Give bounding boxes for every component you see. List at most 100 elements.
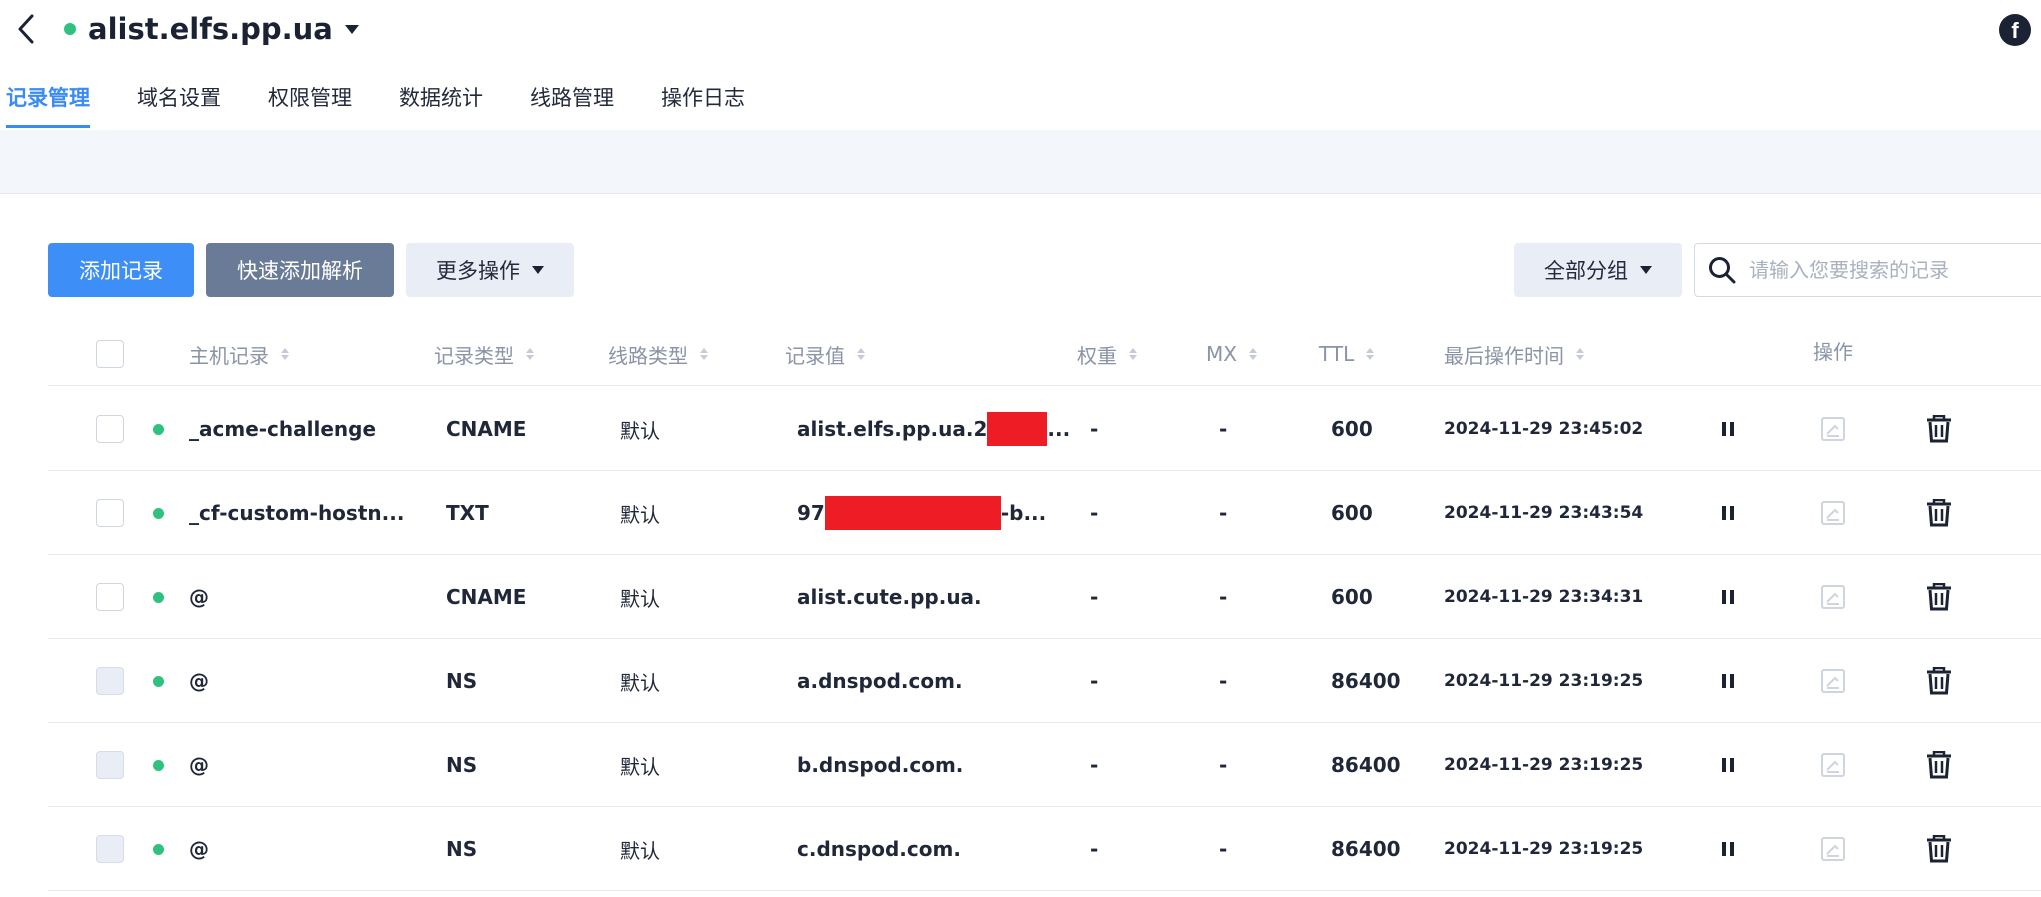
delete-button[interactable] [1924,414,1954,444]
notice-band [0,130,2041,194]
delete-button[interactable] [1924,834,1954,864]
pause-button[interactable] [1713,582,1743,612]
tab-records[interactable]: 记录管理 [6,76,90,130]
cell-host: @ [189,585,209,609]
chevron-left-icon [18,14,34,44]
record-status-dot [153,676,164,687]
search-input[interactable] [1749,258,2029,282]
tab-domain-settings[interactable]: 域名设置 [137,76,221,130]
pause-button[interactable] [1713,750,1743,780]
edit-button[interactable] [1818,582,1848,612]
col-type[interactable]: 记录类型 [434,322,534,386]
edit-button[interactable] [1818,834,1848,864]
table-row: @ NS 默认 c.dnspod.com. - - 86400 2024-11-29 23:1… [48,807,2041,891]
delete-button[interactable] [1924,666,1954,696]
col-updated[interactable]: 最后操作时间 [1444,322,1584,386]
delete-button[interactable] [1924,750,1954,780]
cell-weight: - [1090,669,1099,693]
row-checkbox[interactable] [96,415,124,443]
cell-line: 默认 [620,838,660,863]
cell-ttl: 600 [1331,585,1373,609]
cell-updated: 2024-11-29 23:19:25 [1444,839,1644,859]
domain-title: alist.elfs.pp.ua [88,12,333,46]
col-weight[interactable]: 权重 [1077,322,1137,386]
table-row: @ NS 默认 a.dnspod.com. - - 86400 2024-11-29 23:1… [48,639,2041,723]
cell-value: c.dnspod.com. [797,807,961,891]
col-value[interactable]: 记录值 [785,322,865,386]
pause-button[interactable] [1713,498,1743,528]
edit-icon [1821,585,1845,609]
cell-updated: 2024-11-29 23:34:31 [1444,587,1644,607]
tab-operation-log[interactable]: 操作日志 [661,76,745,130]
add-record-button[interactable]: 添加记录 [48,243,194,297]
table-row: @ NS 默认 b.dnspod.com. - - 86400 2024-11-29 23:1… [48,723,2041,807]
edit-button[interactable] [1818,414,1848,444]
cell-type: NS [446,669,478,693]
sort-icon [857,348,865,360]
quick-add-button[interactable]: 快速添加解析 [206,243,394,297]
edit-icon [1821,669,1845,693]
tab-lines[interactable]: 线路管理 [530,76,614,130]
cell-ttl: 86400 [1331,669,1401,693]
sort-icon [1366,348,1375,360]
col-mx-label: MX [1206,342,1237,366]
tab-permissions[interactable]: 权限管理 [268,76,352,130]
delete-button[interactable] [1924,498,1954,528]
group-filter-dropdown[interactable]: 全部分组 [1514,243,1682,297]
value-text: a.dnspod.com. [797,669,963,693]
trash-icon [1927,667,1951,695]
cell-weight: - [1090,501,1099,525]
cell-type: NS [446,837,478,861]
cell-line: 默认 [620,586,660,611]
tab-statistics[interactable]: 数据统计 [399,76,483,130]
edit-button[interactable] [1818,750,1848,780]
edit-button[interactable] [1818,498,1848,528]
value-text: b.dnspod.com. [797,753,964,777]
pause-button[interactable] [1713,414,1743,444]
edit-icon [1821,753,1845,777]
pause-icon [1722,590,1734,604]
cell-ttl: 600 [1331,417,1373,441]
search-box [1694,243,2041,297]
pause-icon [1722,758,1734,772]
pause-button[interactable] [1713,666,1743,696]
trash-icon [1927,499,1951,527]
redaction-block [987,412,1048,446]
pause-icon [1722,674,1734,688]
cell-mx: - [1219,501,1228,525]
cell-host: @ [189,753,209,777]
facebook-icon[interactable]: f [1999,14,2031,46]
pause-button[interactable] [1713,834,1743,864]
table-row: @ CNAME 默认 alist.cute.pp.ua. - - 600 2024-11-29… [48,555,2041,639]
cell-ttl: 600 [1331,501,1373,525]
cell-value: a.dnspod.com. [797,639,963,723]
pause-icon [1722,506,1734,520]
col-mx[interactable]: MX [1206,322,1257,386]
col-host[interactable]: 主机记录 [189,322,289,386]
row-checkbox[interactable] [96,583,124,611]
record-status-dot [153,592,164,603]
col-line[interactable]: 线路类型 [608,322,708,386]
pause-icon [1722,842,1734,856]
cell-mx: - [1219,669,1228,693]
top-header: alist.elfs.pp.ua f 记录管理 域名设置 权限管理 数据统计 线… [0,0,2041,130]
delete-button[interactable] [1924,582,1954,612]
cell-value: 97 -b... [797,471,1046,555]
row-checkbox[interactable] [96,499,124,527]
cell-mx: - [1219,753,1228,777]
table-header: 主机记录 记录类型 线路类型 记录值 权重 MX TTL 最后操作时间 操作 [48,322,2041,386]
trash-icon [1927,583,1951,611]
cell-weight: - [1090,417,1099,441]
more-actions-dropdown[interactable]: 更多操作 [406,243,574,297]
sort-icon [1248,348,1257,360]
sort-icon [526,348,534,360]
col-ttl[interactable]: TTL [1319,322,1375,386]
domain-switcher[interactable]: alist.elfs.pp.ua [64,8,359,50]
cell-host: @ [189,837,209,861]
edit-button[interactable] [1818,666,1848,696]
cell-type: NS [446,753,478,777]
caret-down-icon [344,24,359,34]
select-all-checkbox[interactable] [96,340,124,368]
back-button[interactable] [10,10,42,48]
col-host-label: 主机记录 [189,343,269,368]
